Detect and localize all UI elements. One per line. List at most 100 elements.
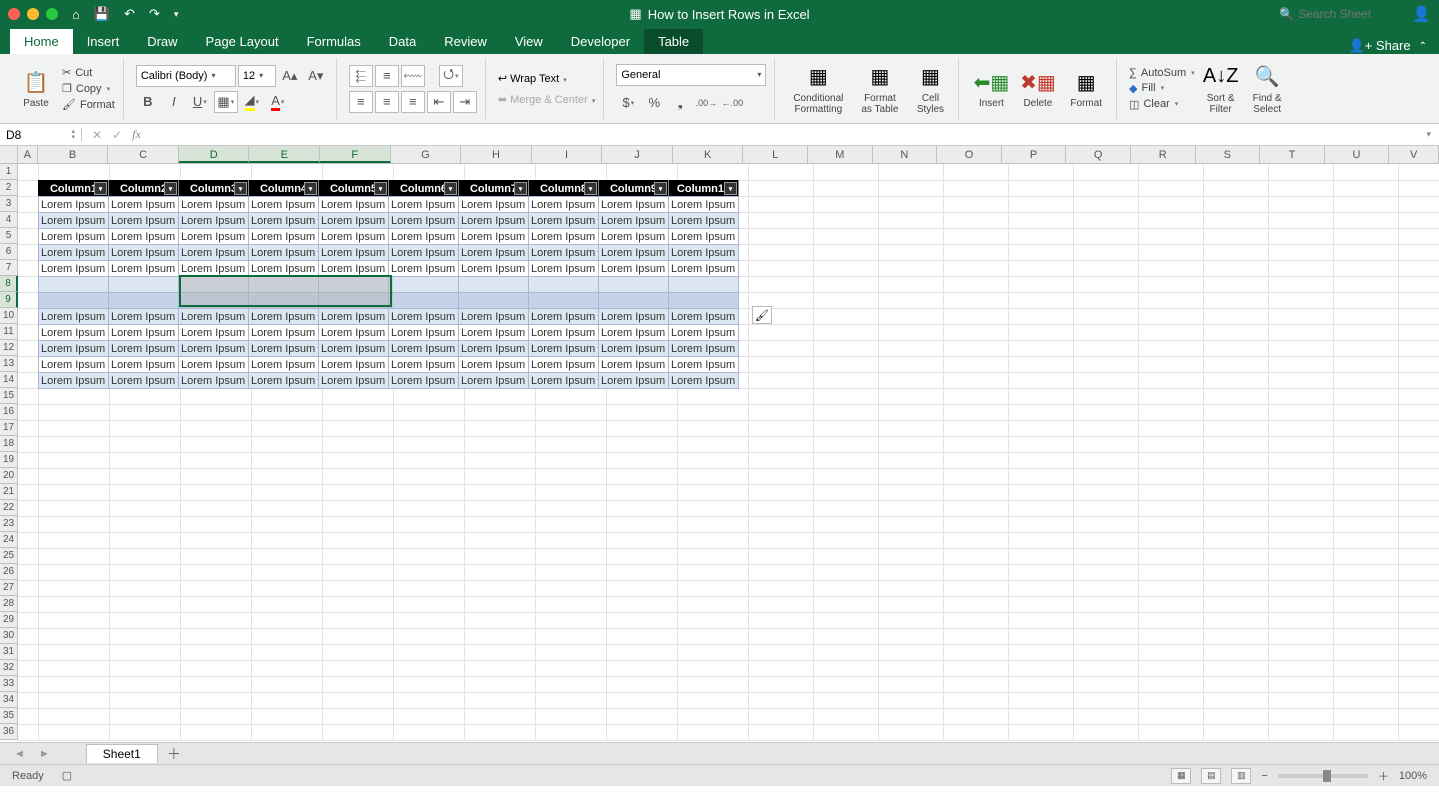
cut-button[interactable]: ✂Cut [62,66,115,79]
align-right-icon[interactable]: ≡ [401,91,425,113]
table-cell[interactable]: Lorem Ipsum [319,245,389,261]
row-header[interactable]: 9 [0,292,18,308]
name-box-spinner-icon[interactable]: ▴▾ [71,129,75,141]
redo-icon[interactable]: ↷ [149,6,160,22]
delete-cells-button[interactable]: ✖▦Delete [1017,68,1058,109]
table-cell[interactable]: Lorem Ipsum [599,325,669,341]
select-all-corner[interactable] [0,146,18,163]
tab-data[interactable]: Data [375,29,430,54]
align-center-icon[interactable]: ≡ [375,91,399,113]
borders-button[interactable]: ▦▾ [214,91,238,113]
row-header[interactable]: 29 [0,612,18,628]
format-cells-button[interactable]: ▦Format [1064,68,1108,109]
row-header[interactable]: 3 [0,196,18,212]
table-cell[interactable] [179,293,249,309]
column-header[interactable]: B [38,146,109,163]
table-cell[interactable]: Lorem Ipsum [459,261,529,277]
align-top-icon[interactable]: ⬱ [349,65,373,87]
table-cell[interactable] [389,277,459,293]
table-cell[interactable]: Lorem Ipsum [109,325,179,341]
normal-view-icon[interactable]: ▦ [1171,768,1191,784]
table-cell[interactable]: Lorem Ipsum [669,197,739,213]
table-cell[interactable]: Lorem Ipsum [599,213,669,229]
zoom-level[interactable]: 100% [1399,770,1427,782]
row-header[interactable]: 31 [0,644,18,660]
table-cell[interactable]: Lorem Ipsum [529,325,599,341]
filter-icon[interactable]: ▾ [444,182,457,195]
row-header[interactable]: 15 [0,388,18,404]
save-icon[interactable]: 💾 [94,6,110,22]
row-header[interactable]: 5 [0,228,18,244]
table-cell[interactable]: Lorem Ipsum [529,229,599,245]
row-header[interactable]: 13 [0,356,18,372]
table-cell[interactable]: Lorem Ipsum [249,341,319,357]
clear-button[interactable]: ◫Clear▾ [1129,98,1195,111]
table-cell[interactable] [39,277,109,293]
filter-icon[interactable]: ▾ [164,182,177,195]
table-header[interactable]: Column9▾ [599,181,669,197]
decrease-font-icon[interactable]: A▾ [304,65,328,87]
table-cell[interactable]: Lorem Ipsum [39,197,109,213]
table-cell[interactable] [109,277,179,293]
tab-table[interactable]: Table [644,29,703,54]
table-cell[interactable]: Lorem Ipsum [319,261,389,277]
table-cell[interactable]: Lorem Ipsum [39,373,109,389]
table-cell[interactable] [529,277,599,293]
table-cell[interactable]: Lorem Ipsum [319,213,389,229]
increase-decimal-icon[interactable]: .00→ [694,92,718,114]
column-header[interactable]: U [1325,146,1390,163]
maximize-icon[interactable] [46,8,58,20]
tab-home[interactable]: Home [10,29,73,54]
table-cell[interactable]: Lorem Ipsum [599,197,669,213]
table-cell[interactable]: Lorem Ipsum [179,229,249,245]
column-header[interactable]: S [1196,146,1261,163]
table-cell[interactable]: Lorem Ipsum [179,261,249,277]
table-cell[interactable]: Lorem Ipsum [249,357,319,373]
row-header[interactable]: 32 [0,660,18,676]
table-cell[interactable] [459,277,529,293]
row-header[interactable]: 22 [0,500,18,516]
table-row[interactable]: Lorem IpsumLorem IpsumLorem IpsumLorem I… [39,309,739,325]
table-cell[interactable]: Lorem Ipsum [669,373,739,389]
italic-button[interactable]: I [162,91,186,113]
table-cell[interactable]: Lorem Ipsum [249,309,319,325]
table-cell[interactable] [669,277,739,293]
font-color-button[interactable]: A▾ [266,91,290,113]
tab-insert[interactable]: Insert [73,29,134,54]
table-cell[interactable]: Lorem Ipsum [459,357,529,373]
table-cell[interactable]: Lorem Ipsum [389,261,459,277]
find-select-button[interactable]: 🔍Find & Select [1247,63,1288,115]
table-cell[interactable]: Lorem Ipsum [319,341,389,357]
table-cell[interactable]: Lorem Ipsum [179,357,249,373]
increase-indent-icon[interactable]: ⇥ [453,91,477,113]
sort-filter-button[interactable]: A↓ZSort & Filter [1201,63,1241,115]
orientation-icon[interactable]: ⭯▾ [439,65,463,87]
table-cell[interactable]: Lorem Ipsum [319,197,389,213]
column-header[interactable]: P [1002,146,1067,163]
column-header[interactable]: M [808,146,873,163]
table-cell[interactable]: Lorem Ipsum [599,245,669,261]
row-header[interactable]: 27 [0,580,18,596]
table-row[interactable]: Lorem IpsumLorem IpsumLorem IpsumLorem I… [39,213,739,229]
table-cell[interactable]: Lorem Ipsum [39,245,109,261]
zoom-out-button[interactable]: − [1261,770,1267,782]
font-size-dropdown[interactable]: 12▾ [238,65,276,87]
column-header[interactable]: O [937,146,1002,163]
table-cell[interactable]: Lorem Ipsum [669,213,739,229]
fx-icon[interactable]: fx [132,127,141,142]
table-cell[interactable]: Lorem Ipsum [109,245,179,261]
table-cell[interactable]: Lorem Ipsum [459,229,529,245]
close-icon[interactable] [8,8,20,20]
collapse-ribbon-icon[interactable]: ⌃ [1419,41,1427,52]
row-header[interactable]: 35 [0,708,18,724]
qat-customize-icon[interactable]: ▾ [174,9,179,20]
table-row[interactable]: Lorem IpsumLorem IpsumLorem IpsumLorem I… [39,325,739,341]
table-cell[interactable]: Lorem Ipsum [669,357,739,373]
table-cell[interactable]: Lorem Ipsum [319,325,389,341]
table-cell[interactable]: Lorem Ipsum [389,357,459,373]
table-cell[interactable]: Lorem Ipsum [109,357,179,373]
percent-icon[interactable]: % [642,92,666,114]
row-header[interactable]: 25 [0,548,18,564]
table-cell[interactable]: Lorem Ipsum [109,261,179,277]
table-cell[interactable] [459,293,529,309]
